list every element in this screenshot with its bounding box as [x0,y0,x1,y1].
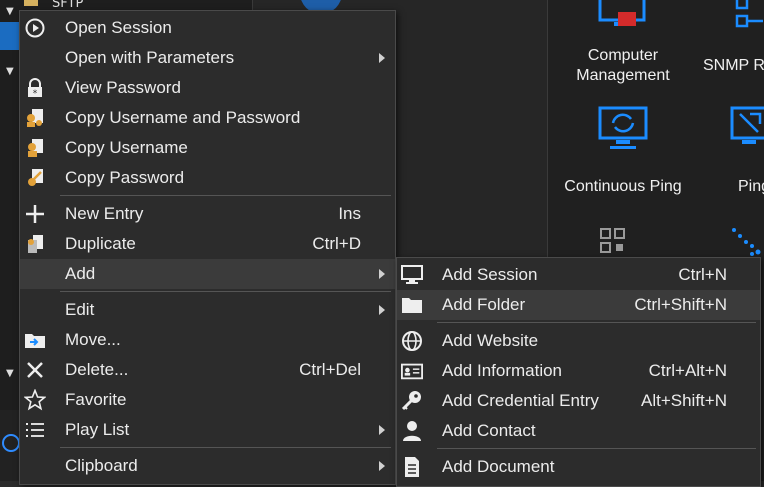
chevron-down-icon[interactable]: ▼ [6,66,14,77]
chevron-right-icon [379,425,385,435]
submenu-item-label: Add Information [442,361,563,380]
menu-item-label: Move... [65,330,121,349]
menu-item-move[interactable]: Move... [20,325,395,355]
chevron-right-icon [379,53,385,63]
menu-item-label: View Password [65,78,181,97]
tile-label-continuous-ping[interactable]: Continuous Ping [553,177,693,197]
move-folder-icon [24,329,46,351]
menu-item-label: Play List [65,420,130,439]
plus-icon [24,203,46,225]
globe-icon [401,330,423,352]
play-circle-icon [24,17,46,39]
close-icon [24,359,46,381]
submenu-item-shortcut: Ctrl+Alt+N [648,361,727,380]
submenu-item-add-information[interactable]: Add Information Ctrl+Alt+N [397,356,760,386]
document-icon [401,456,423,478]
menu-separator [60,291,391,292]
folder-icon [401,294,423,316]
menu-item-clipboard[interactable]: Clipboard [20,451,395,481]
tile-label-snmp[interactable]: SNMP R [703,56,764,76]
snmp-icon[interactable] [733,0,764,36]
menu-item-copy-password[interactable]: Copy Password [20,163,395,193]
submenu-item-add-credential-entry[interactable]: Add Credential Entry Alt+Shift+N [397,386,760,416]
key-icon [401,390,423,412]
duplicate-icon [24,233,46,255]
submenu-item-shortcut: Ctrl+Shift+N [634,295,727,314]
qr-code-icon[interactable] [600,228,626,258]
submenu-item-add-folder[interactable]: Add Folder Ctrl+Shift+N [397,290,760,320]
tree-selected-row[interactable] [0,22,20,50]
monitor-icon [401,264,423,286]
context-menu: Open Session Open with Parameters * View… [19,10,396,485]
menu-item-open-with-parameters[interactable]: Open with Parameters [20,43,395,73]
submenu-item-shortcut: Alt+Shift+N [641,391,727,410]
menu-item-label: Copy Password [65,168,185,187]
menu-item-label: Add [65,264,96,283]
submenu-item-label: Add Folder [442,295,526,314]
menu-item-label: New Entry [65,204,144,223]
chevron-down-icon[interactable]: ▼ [6,6,14,17]
menu-item-shortcut: Ctrl+Del [299,360,361,379]
menu-item-label: Open Session [65,18,172,37]
menu-item-label: Copy Username [65,138,188,157]
menu-item-new-entry[interactable]: New Entry Ins [20,199,395,229]
submenu-item-label: Add Contact [442,421,536,440]
submenu-item-label: Add Website [442,331,539,350]
menu-item-favorite[interactable]: Favorite [20,385,395,415]
submenu-item-add-document[interactable]: Add Document [397,452,760,482]
folder-icon [24,0,38,6]
menu-item-label: Duplicate [65,234,136,253]
chevron-right-icon [379,269,385,279]
star-icon [24,389,46,411]
copy-password-icon [24,167,46,189]
menu-item-shortcut: Ctrl+D [312,234,361,253]
menu-item-open-session[interactable]: Open Session [20,13,395,43]
menu-item-label: Delete... [65,360,129,379]
submenu-item-add-contact[interactable]: Add Contact [397,416,760,446]
menu-separator [437,448,756,449]
menu-separator [60,195,391,196]
menu-item-label: Clipboard [65,456,138,475]
menu-item-view-password[interactable]: * View Password [20,73,395,103]
submenu-item-label: Add Credential Entry [442,391,599,410]
menu-item-label: Copy Username and Password [65,108,301,127]
menu-item-label: Edit [65,300,95,319]
menu-separator [60,447,391,448]
menu-item-label: Favorite [65,390,127,409]
tile-label-computer-management[interactable]: Computer Management [558,46,688,86]
copy-username-icon [24,137,46,159]
chevron-down-icon[interactable]: ▼ [6,368,14,379]
menu-item-add[interactable]: Add [20,259,395,289]
menu-separator [437,322,756,323]
submenu-item-shortcut: Ctrl+N [678,265,727,284]
menu-item-shortcut: Ins [338,204,361,223]
menu-item-duplicate[interactable]: Duplicate Ctrl+D [20,229,395,259]
copy-credentials-icon [24,107,46,129]
chevron-right-icon [379,305,385,315]
ping-icon[interactable] [730,106,764,154]
submenu-item-label: Add Document [442,457,555,476]
submenu-item-label: Add Session [442,265,538,284]
refresh-icon[interactable] [2,434,20,452]
list-icon [24,419,46,441]
menu-item-play-list[interactable]: Play List [20,415,395,445]
menu-item-copy-username-and-password[interactable]: Copy Username and Password [20,103,395,133]
add-submenu: Add Session Ctrl+N Add Folder Ctrl+Shift… [396,257,761,487]
continuous-ping-icon[interactable] [598,106,650,154]
submenu-item-add-website[interactable]: Add Website [397,326,760,356]
computer-management-icon[interactable] [598,0,648,34]
tile-label-ping[interactable]: Ping [738,177,764,197]
menu-item-edit[interactable]: Edit [20,295,395,325]
menu-item-copy-username[interactable]: Copy Username [20,133,395,163]
submenu-item-add-session[interactable]: Add Session Ctrl+N [397,260,760,290]
id-card-icon [401,360,423,382]
network-scan-icon[interactable] [728,224,764,260]
chevron-right-icon [379,461,385,471]
menu-item-delete[interactable]: Delete... Ctrl+Del [20,355,395,385]
person-icon [401,420,423,442]
menu-item-label: Open with Parameters [65,48,235,67]
lock-icon: * [24,77,46,99]
svg-text:*: * [33,89,38,98]
